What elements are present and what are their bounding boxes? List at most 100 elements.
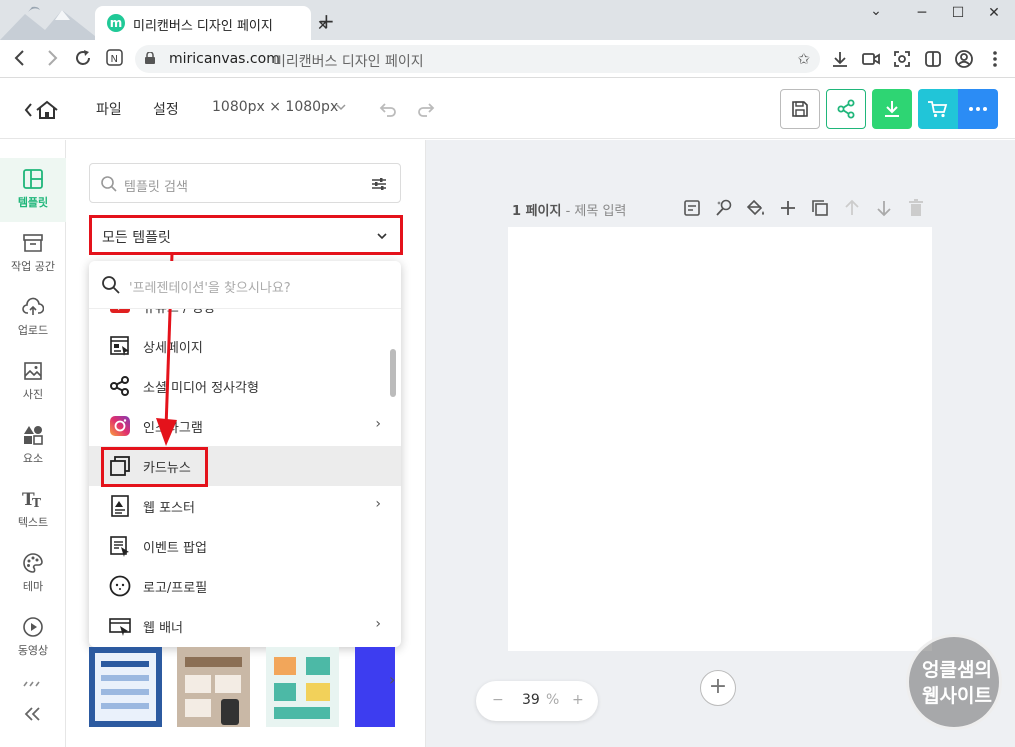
zoom-unit: % [546,692,560,708]
menu-scrollbar[interactable] [390,349,396,397]
template-thumbnail[interactable] [89,647,162,727]
browser-menu-icon[interactable] [985,49,1005,69]
menu-file[interactable]: 파일 [96,99,122,119]
reload-icon[interactable] [74,48,92,73]
zoom-out-button[interactable]: − [492,692,504,708]
svg-text:N: N [111,54,118,65]
paint-bucket-icon[interactable] [746,198,766,218]
watermark-line-2: 웹사이트 [922,685,992,707]
thumbnails-next-icon[interactable]: › [389,670,395,689]
more-options-button[interactable] [958,89,998,129]
sidebar-item-label: 업로드 [17,324,49,337]
minimize-button[interactable]: ─ [912,5,932,21]
sidebar-item-text[interactable]: TT 텍스트 [0,478,66,542]
move-down-icon[interactable] [874,198,894,218]
zoom-in-button[interactable]: + [572,692,584,708]
save-button[interactable] [780,89,820,129]
menu-item-label: 로고/프로필 [143,581,208,596]
zoom-value[interactable]: 39 [522,692,540,708]
collapse-sidebar-icon[interactable] [24,706,42,722]
sidebar-item-label: 텍스트 [17,516,49,529]
page-number: 1 페이지 [512,204,562,219]
template-thumbnail[interactable] [266,647,339,727]
menu-item-social-square[interactable]: 소셜 미디어 정사각형 [89,366,401,406]
filter-sliders-icon[interactable] [370,175,388,193]
more-tools-icon[interactable] [22,680,44,688]
maximize-button[interactable]: ☐ [948,5,968,21]
sidebar-item-video[interactable]: 동영상 [0,606,66,670]
menu-item-detail-page[interactable]: 상세페이지 [89,326,401,366]
back-arrow-icon[interactable] [12,48,28,73]
redo-icon[interactable] [416,99,436,119]
bookmark-star-icon[interactable]: ✩ [797,50,810,68]
canvas-size-selector[interactable]: 1080px × 1080px [212,99,338,115]
template-thumbnail[interactable] [177,647,250,727]
window-close-button[interactable]: ✕ [984,5,1004,21]
menu-item-label: 웹 배너 [143,621,184,636]
naver-n-icon[interactable]: N [106,48,124,73]
split-view-icon[interactable] [923,49,943,69]
download-arrow-icon [885,101,899,117]
template-search-input[interactable]: 템플릿 검색 [89,163,401,203]
menu-item-instagram[interactable]: 인스타그램 › [89,406,401,446]
menu-item-web-banner[interactable]: 웹 배너 › [89,606,401,646]
download-icon[interactable] [830,49,850,69]
magic-wand-icon[interactable] [714,198,734,218]
page-memo-icon[interactable] [682,198,702,218]
move-up-icon[interactable] [842,198,862,218]
chevron-right-icon: › [375,416,381,432]
sidebar-item-label: 테마 [22,580,44,593]
lock-icon [145,52,155,64]
template-thumbnails-row: › [89,647,401,727]
duplicate-page-icon[interactable] [810,198,830,218]
logo-profile-icon [109,575,131,597]
sidebar-item-workspace[interactable]: 작업 공간 [0,222,66,286]
cart-button[interactable] [918,89,958,129]
cast-video-icon[interactable] [861,49,881,69]
event-popup-icon [110,536,129,557]
profile-icon[interactable] [954,49,974,69]
design-artboard[interactable] [508,227,932,651]
save-disk-icon [792,101,808,117]
upload-icon [22,297,44,315]
detail-page-icon [110,336,129,356]
screenshot-icon[interactable] [892,49,912,69]
sidebar-item-upload[interactable]: 업로드 [0,286,66,350]
web-banner-icon [109,618,131,636]
browser-tab-active[interactable]: m 미리캔버스 디자인 페이지 ✕ [95,6,329,40]
size-chevron-down-icon[interactable] [335,101,347,113]
menu-item-event-popup[interactable]: 이벤트 팝업 [89,526,401,566]
sidebar-item-label: 요소 [22,452,44,465]
menu-item-web-poster[interactable]: 웹 포스터 › [89,486,401,526]
undo-icon[interactable] [378,99,398,119]
category-search-input[interactable]: '프레젠테이션'을 찾으시나요? [89,261,401,309]
back-home-button[interactable] [22,99,62,125]
annotation-highlight-dropdown [89,215,403,255]
page-separator: - [561,204,575,219]
miricanvas-favicon-icon: m [107,14,125,32]
sidebar-item-templates[interactable]: 템플릿 [0,158,66,222]
share-button[interactable] [826,89,866,129]
sidebar-item-elements[interactable]: 요소 [0,414,66,478]
zoom-control: − 39 % + [476,681,598,721]
tab-list-chevron-icon[interactable]: ⌄ [866,3,886,19]
menu-settings[interactable]: 설정 [153,99,179,119]
url-omnibox[interactable]: miricanvas.com 미리캔버스 디자인 페이지 ✩ [135,45,820,73]
sidebar-item-photo[interactable]: 사진 [0,350,66,414]
photo-icon [24,362,42,380]
new-tab-button[interactable]: + [318,11,335,31]
elements-icon [24,426,43,445]
add-page-plus-icon[interactable] [778,198,798,218]
delete-trash-icon[interactable] [906,198,926,218]
menu-item-logo-profile[interactable]: 로고/프로필 [89,566,401,606]
page-title-input[interactable]: 제목 입력 [574,204,626,219]
app-header: 파일 설정 1080px × 1080px [0,79,1015,139]
search-icon [101,176,117,192]
more-dots-icon [969,107,987,111]
add-page-button[interactable]: + [700,670,736,706]
chevron-right-icon: › [375,496,381,512]
sidebar-item-theme[interactable]: 테마 [0,542,66,606]
forward-arrow-icon[interactable] [44,48,60,73]
annotation-highlight-card-news [101,447,208,487]
download-button[interactable] [872,89,912,129]
